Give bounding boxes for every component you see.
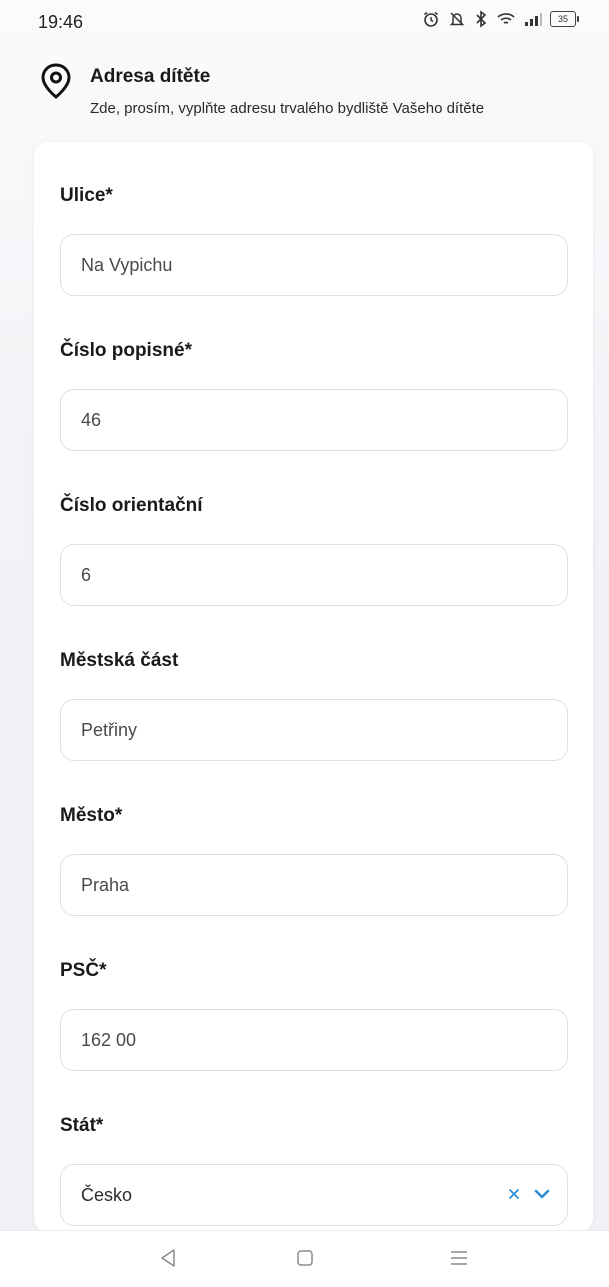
bluetooth-icon [474, 10, 488, 28]
home-icon[interactable] [295, 1247, 315, 1274]
back-icon[interactable] [158, 1247, 178, 1274]
postal-code-input[interactable]: 162 00 [60, 1009, 568, 1071]
system-nav-bar [0, 1230, 609, 1287]
country-select[interactable]: Česko [60, 1164, 568, 1226]
orientation-number-field-group: Číslo orientační 6 [60, 492, 568, 606]
district-field-group: Městská část Petřiny [60, 647, 568, 761]
section-header: Adresa dítěte Zde, prosím, vyplňte adres… [0, 56, 609, 136]
location-pin-icon [38, 62, 74, 105]
menu-icon[interactable] [448, 1247, 470, 1274]
postal-code-field-group: PSČ* 162 00 [60, 957, 568, 1071]
street-label: Ulice* [60, 185, 113, 206]
city-label: Město* [60, 805, 123, 826]
section-subtitle: Zde, prosím, vyplňte adresu trvalého byd… [90, 100, 485, 117]
postal-code-label: PSČ* [60, 960, 107, 981]
house-number-label: Číslo popisné* [60, 340, 192, 361]
clear-icon[interactable] [507, 1185, 521, 1206]
wifi-icon [496, 11, 516, 27]
alarm-icon [422, 10, 440, 28]
chevron-down-icon[interactable] [533, 1185, 551, 1206]
city-field-group: Město* Praha [60, 802, 568, 916]
battery-icon: 35 [550, 11, 579, 27]
battery-level: 35 [550, 11, 576, 27]
status-bar: 19:46 35 [0, 0, 609, 44]
screen: 19:46 35 Adresa dítěte Zde, prosím, vypl… [0, 0, 609, 1287]
address-form-card: Ulice* Na Vypichu Číslo popisné* 46 Čísl… [34, 142, 593, 1232]
mute-icon [448, 10, 466, 28]
select-controls [507, 1165, 551, 1225]
country-value: Česko [81, 1184, 133, 1205]
district-input[interactable]: Petřiny [60, 699, 568, 761]
city-input[interactable]: Praha [60, 854, 568, 916]
house-number-field-group: Číslo popisné* 46 [60, 337, 568, 451]
district-label: Městská část [60, 650, 179, 671]
street-input[interactable]: Na Vypichu [60, 234, 568, 296]
section-title: Adresa dítěte [90, 66, 211, 87]
country-label: Stát* [60, 1115, 104, 1136]
status-icons: 35 [422, 10, 579, 28]
status-time: 19:46 [38, 12, 84, 32]
street-field-group: Ulice* Na Vypichu [60, 182, 568, 296]
orientation-number-input[interactable]: 6 [60, 544, 568, 606]
orientation-number-label: Číslo orientační [60, 495, 203, 516]
house-number-input[interactable]: 46 [60, 389, 568, 451]
country-field-group: Stát* Česko [60, 1112, 568, 1226]
signal-icon [524, 12, 542, 26]
